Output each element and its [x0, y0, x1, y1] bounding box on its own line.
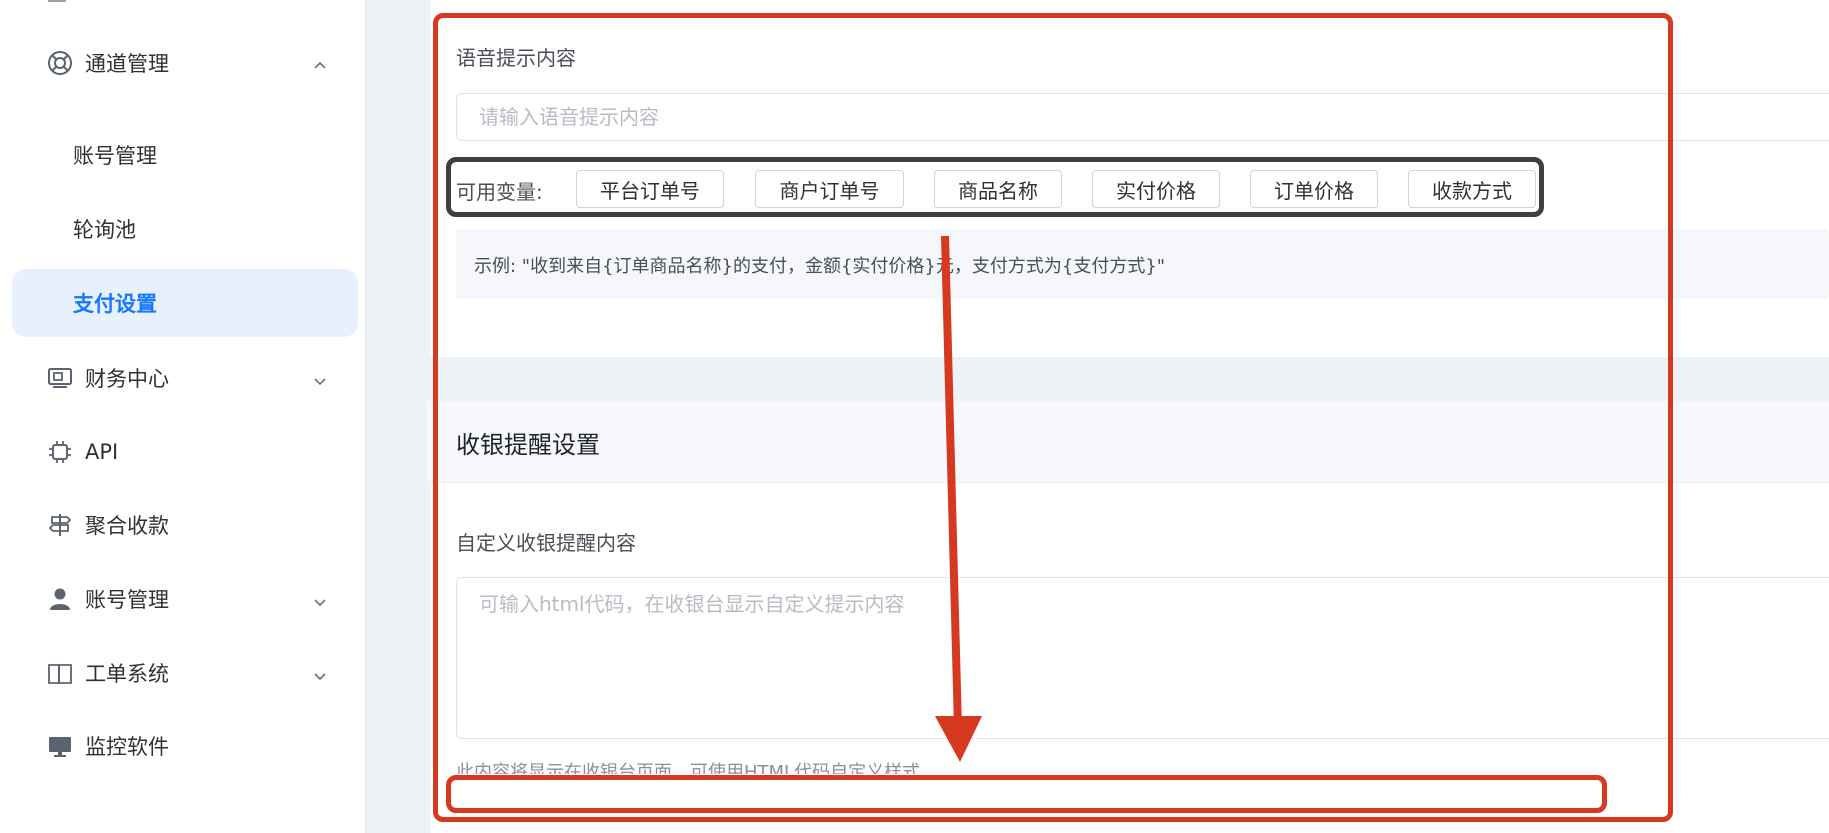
sidebar-item-label: 通道管理 — [85, 52, 169, 76]
chevron-down-icon — [312, 665, 328, 681]
chevron-down-icon — [312, 370, 328, 386]
signpost-icon — [47, 512, 73, 538]
sidebar-item-label: 财务中心 — [85, 367, 169, 391]
annotation-hint-box — [446, 775, 1607, 813]
sidebar-subitem-label: 轮询池 — [73, 218, 136, 242]
sidebar-item-monitor-software[interactable]: 监控软件 — [12, 712, 358, 780]
sidebar-item-ticket-system[interactable]: 工单系统 — [12, 639, 358, 707]
sidebar-item-label: 工单系统 — [85, 662, 169, 686]
chevron-up-icon — [312, 55, 328, 71]
sidebar-item-label: 账号管理 — [85, 588, 169, 612]
sidebar-item-aggregate-payment[interactable]: 聚合收款 — [12, 491, 358, 559]
sidebar-subitem-payment-settings[interactable]: 支付设置 — [12, 269, 358, 337]
chevron-down-icon — [312, 591, 328, 607]
sidebar-subitem-label: 账号管理 — [73, 144, 157, 168]
sidebar-item-label: 聚合收款 — [85, 514, 169, 538]
sidebar-item-account-management[interactable]: 账号管理 — [12, 565, 358, 633]
sidebar-item-api[interactable]: API — [12, 418, 358, 486]
menu-item-partial — [48, 0, 66, 2]
monitor-icon — [47, 733, 73, 759]
sidebar-item-label: 监控软件 — [85, 735, 169, 759]
sidebar-subitem-polling-pool[interactable]: 轮询池 — [12, 195, 358, 263]
sidebar: 通道管理 账号管理 轮询池 支付设置 财务中心 API 聚合收款 账号管理 工单… — [0, 0, 366, 833]
sidebar-subitem-label: 支付设置 — [73, 292, 157, 316]
sidebar-item-channel-management[interactable]: 通道管理 — [12, 29, 358, 97]
book-icon — [47, 660, 73, 686]
sidebar-subitem-account-management[interactable]: 账号管理 — [12, 121, 358, 189]
user-icon — [47, 586, 73, 612]
annotation-variables-box — [446, 157, 1544, 217]
lifebuoy-icon — [47, 50, 73, 76]
finance-monitor-icon — [47, 365, 73, 391]
sidebar-item-finance-center[interactable]: 财务中心 — [12, 344, 358, 412]
annotation-outer-red-box — [433, 13, 1673, 822]
sidebar-item-label: API — [85, 440, 119, 464]
chip-icon — [47, 439, 73, 465]
